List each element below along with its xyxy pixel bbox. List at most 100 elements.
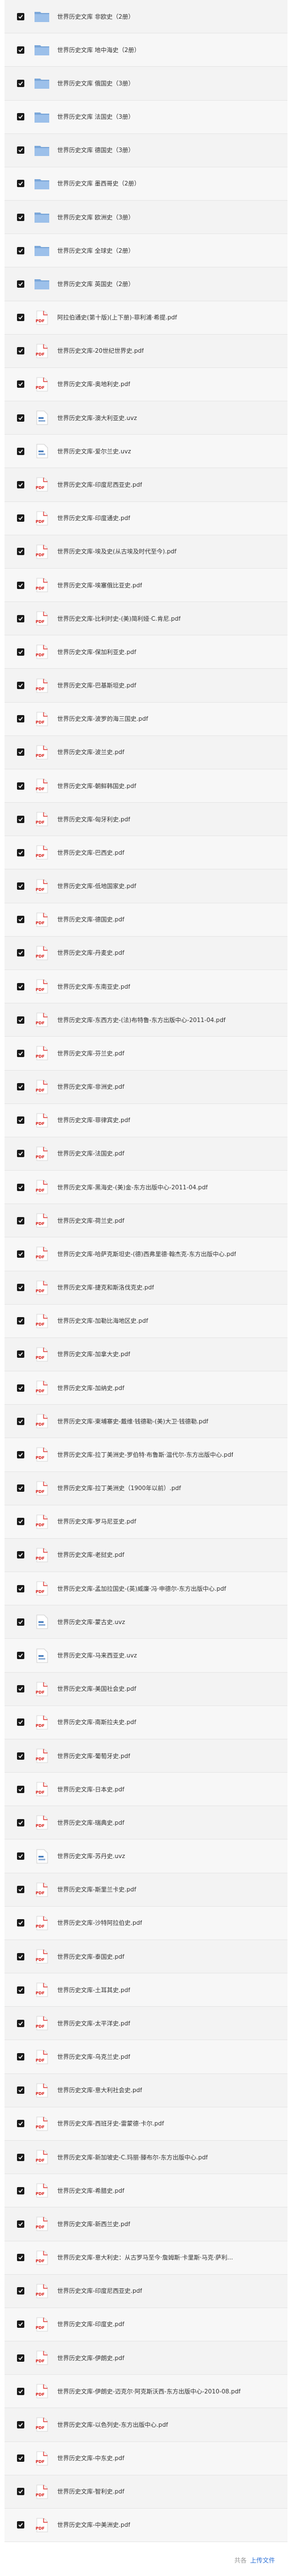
file-name[interactable]: 世界历史文库-土耳其史.pdf [57, 1986, 130, 1994]
file-row[interactable]: PDF 世界历史文库-瑞典史.pdf [5, 1806, 287, 1840]
file-row[interactable]: PDF 世界历史文库-埃及史(从古埃及时代至今).pdf [5, 535, 287, 569]
file-name[interactable]: 世界历史文库-保加利亚史.pdf [57, 648, 136, 656]
checkbox-checked[interactable] [17, 2254, 24, 2262]
file-row[interactable]: PDF 世界历史文库-哈萨克斯坦史-(德)西弗里德·翰杰克-东方出版中心.pdf [5, 1237, 287, 1271]
file-name[interactable]: 世界历史文库 英国史（2册） [57, 280, 134, 288]
file-row[interactable]: PDF 世界历史文库-希腊史.pdf [5, 2174, 287, 2208]
file-row[interactable]: PDF 世界历史文库-新加坡史-C.玛丽·滕布尔-东方出版中心.pdf [5, 2141, 287, 2175]
checkbox-checked[interactable] [17, 1016, 24, 1024]
file-name[interactable]: 世界历史文库 全球史（2册） [57, 246, 134, 255]
file-name[interactable]: 世界历史文库-捷克和斯洛伐克史.pdf [57, 1283, 154, 1292]
checkbox-checked[interactable] [17, 2086, 24, 2094]
checkbox-checked[interactable] [17, 180, 24, 188]
checkbox-checked[interactable] [17, 1986, 24, 1994]
file-row[interactable]: 世界历史文库 俄国史（3册） [5, 67, 287, 101]
checkbox-checked[interactable] [17, 2187, 24, 2194]
file-name[interactable]: 世界历史文库-德国史.pdf [57, 915, 124, 924]
file-row[interactable]: PDF 世界历史文库-以色列史-东方出版中心.pdf [5, 2408, 287, 2442]
file-row[interactable]: 世界历史文库-蒙古史.uvz [5, 1605, 287, 1639]
file-name[interactable]: 世界历史文库 法国史（3册） [57, 112, 134, 121]
checkbox-checked[interactable] [17, 146, 24, 154]
file-row[interactable]: 世界历史文库 德国史（3册） [5, 133, 287, 167]
checkbox-checked[interactable] [17, 2488, 24, 2496]
file-name[interactable]: 世界历史文库-新西兰史.pdf [57, 2220, 130, 2228]
file-row[interactable]: PDF 阿拉伯通史(第十版)(上下册)-菲利浦·希提.pdf [5, 301, 287, 335]
file-row[interactable]: PDF 世界历史文库-朝鲜韩国史.pdf [5, 769, 287, 803]
file-name[interactable]: 世界历史文库-波罗的海三国史.pdf [57, 715, 148, 723]
checkbox-checked[interactable] [17, 2019, 24, 2027]
file-name[interactable]: 世界历史文库-希腊史.pdf [57, 2187, 124, 2195]
file-row[interactable]: PDF 世界历史文库-比利时史-(美)简利娅·C.肯尼.pdf [5, 602, 287, 636]
file-row[interactable]: 世界历史文库-澳大利亚史.uvz [5, 401, 287, 435]
file-row[interactable]: PDF 世界历史文库-伊朗史.pdf [5, 2341, 287, 2375]
file-row[interactable]: PDF 世界历史文库-老挝史.pdf [5, 1538, 287, 1573]
file-name[interactable]: 世界历史文库-柬埔寨史-戴维·钱德勒-(美)大卫·钱德勒.pdf [57, 1417, 208, 1426]
file-row[interactable]: 世界历史文库 英国史（2册） [5, 267, 287, 301]
file-row[interactable]: PDF 世界历史文库-印度史.pdf [5, 2307, 287, 2342]
file-row[interactable]: PDF 世界历史文库-印度尼西亚史.pdf [5, 468, 287, 502]
checkbox-checked[interactable] [17, 1518, 24, 1526]
checkbox-checked[interactable] [17, 815, 24, 823]
file-name[interactable]: 世界历史文库-加勒比海地区史.pdf [57, 1317, 148, 1325]
file-name[interactable]: 世界历史文库-以色列史-东方出版中心.pdf [57, 2421, 168, 2429]
file-name[interactable]: 世界历史文库-埃及史(从古埃及时代至今).pdf [57, 547, 177, 556]
file-name[interactable]: 世界历史文库-印度尼西亚史.pdf [57, 2287, 142, 2295]
checkbox-checked[interactable] [17, 2521, 24, 2529]
file-row[interactable]: PDF 世界历史文库-拉丁美洲史-罗伯特·布鲁斯·温代尔-东方出版中心.pdf [5, 1438, 287, 1472]
file-name[interactable]: 世界历史文库-智利史.pdf [57, 2487, 124, 2496]
file-row[interactable]: PDF 世界历史文库-南斯拉夫史.pdf [5, 1705, 287, 1739]
checkbox-checked[interactable] [17, 848, 24, 856]
file-row[interactable]: PDF 世界历史文库-柬埔寨史-戴维·钱德勒-(美)大卫·钱德勒.pdf [5, 1405, 287, 1439]
checkbox-checked[interactable] [17, 1116, 24, 1124]
file-name[interactable]: 世界历史文库-老挝史.pdf [57, 1551, 124, 1559]
file-row[interactable]: PDF 世界历史文库-丹麦史.pdf [5, 936, 287, 970]
checkbox-checked[interactable] [17, 1752, 24, 1760]
checkbox-checked[interactable] [17, 614, 24, 622]
file-row[interactable]: PDF 世界历史文库-加纳史.pdf [5, 1371, 287, 1405]
checkbox-checked[interactable] [17, 581, 24, 589]
file-name[interactable]: 世界历史文库-伊朗史-迈克尔·阿克斯沃西-东方出版中心-2010-08.pdf [57, 2387, 241, 2396]
checkbox-checked[interactable] [17, 2354, 24, 2362]
file-name[interactable]: 世界历史文库-丹麦史.pdf [57, 949, 124, 957]
file-name[interactable]: 世界历史文库-乌克兰史.pdf [57, 2053, 130, 2061]
checkbox-checked[interactable] [17, 2053, 24, 2061]
file-row[interactable]: PDF 世界历史文库-菲律宾史.pdf [5, 1103, 287, 1137]
checkbox-checked[interactable] [17, 1551, 24, 1559]
file-name[interactable]: 世界历史文库-澳大利亚史.uvz [57, 414, 137, 422]
checkbox-checked[interactable] [17, 1484, 24, 1492]
checkbox-checked[interactable] [17, 1919, 24, 1927]
file-name[interactable]: 世界历史文库 墨西哥史（2册） [57, 179, 140, 188]
file-row[interactable]: PDF 世界历史文库-智利史.pdf [5, 2475, 287, 2509]
file-row[interactable]: PDF 世界历史文库-波罗的海三国史.pdf [5, 702, 287, 736]
file-row[interactable]: PDF 世界历史文库-德国史.pdf [5, 903, 287, 937]
file-name[interactable]: 世界历史文库-巴基斯坦史.pdf [57, 681, 136, 690]
file-name[interactable]: 阿拉伯通史(第十版)(上下册)-菲利浦·希提.pdf [57, 313, 177, 322]
file-row[interactable]: 世界历史文库-爱尔兰史.uvz [5, 435, 287, 469]
checkbox-checked[interactable] [17, 2120, 24, 2128]
file-name[interactable]: 世界历史文库-南斯拉夫史.pdf [57, 1718, 136, 1726]
checkbox-checked[interactable] [17, 2220, 24, 2228]
checkbox-checked[interactable] [17, 715, 24, 723]
file-name[interactable]: 世界历史文库-巴西史.pdf [57, 848, 124, 857]
file-name[interactable]: 世界历史文库-美国社会史.pdf [57, 1685, 136, 1693]
file-row[interactable]: PDF 世界历史文库-意大利史：从古罗马至今·詹姆斯·卡里斯·马克·萨利... [5, 2241, 287, 2275]
file-row[interactable]: PDF 世界历史文库-孟加拉国史-(英)威廉·冯·申德尔-东方出版中心.pdf [5, 1572, 287, 1606]
file-row[interactable]: PDF 世界历史文库-20世纪世界史.pdf [5, 334, 287, 368]
checkbox-checked[interactable] [17, 1685, 24, 1693]
checkbox-checked[interactable] [17, 1952, 24, 1960]
checkbox-checked[interactable] [17, 1049, 24, 1057]
file-row[interactable]: PDF 世界历史文库-西班牙史-雷蒙德·卡尔.pdf [5, 2107, 287, 2141]
file-name[interactable]: 世界历史文库-西班牙史-雷蒙德·卡尔.pdf [57, 2119, 164, 2128]
file-row[interactable]: PDF 世界历史文库-美国社会史.pdf [5, 1672, 287, 1706]
checkbox-checked[interactable] [17, 1384, 24, 1392]
checkbox-checked[interactable] [17, 982, 24, 990]
file-name[interactable]: 世界历史文库-伊朗史.pdf [57, 2354, 124, 2362]
checkbox-checked[interactable] [17, 1350, 24, 1358]
file-name[interactable]: 世界历史文库 地中海史（2册） [57, 46, 140, 54]
file-row[interactable]: PDF 世界历史文库-太平洋史.pdf [5, 2007, 287, 2041]
file-row[interactable]: 世界历史文库 全球史（2册） [5, 234, 287, 268]
checkbox-checked[interactable] [17, 1250, 24, 1258]
file-name[interactable]: 世界历史文库-中美洲史.pdf [57, 2521, 130, 2529]
checkbox-checked[interactable] [17, 1819, 24, 1826]
file-row[interactable]: PDF 世界历史文库-斯里兰卡史.pdf [5, 1873, 287, 1907]
